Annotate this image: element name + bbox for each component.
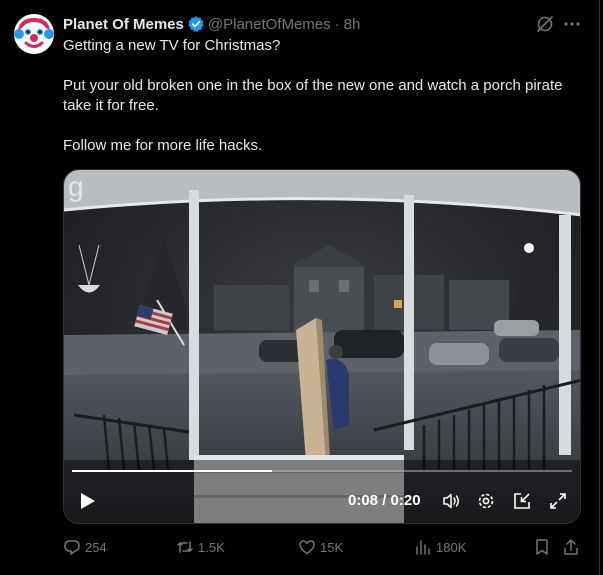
volume-icon[interactable] [441, 491, 461, 511]
minimize-icon[interactable] [512, 491, 532, 511]
like-button[interactable]: 15K [298, 535, 343, 559]
tweet-time[interactable]: 8h [344, 16, 361, 33]
repost-icon [177, 541, 193, 553]
settings-icon[interactable] [476, 491, 496, 511]
tweet-card[interactable]: Planet Of Memes @PlanetOfMemes · 8h Gett… [0, 0, 600, 575]
avatar[interactable] [14, 14, 54, 54]
grok-icon[interactable] [535, 14, 555, 34]
display-name[interactable]: Planet Of Memes [63, 16, 184, 33]
share-icon [564, 539, 578, 555]
tweet-text-line: Follow me for more life hacks. [63, 137, 263, 154]
play-icon[interactable] [76, 490, 98, 512]
verified-badge-icon [187, 15, 205, 33]
bookmark-button[interactable] [533, 535, 555, 559]
video-watermark: g [68, 171, 84, 202]
user-handle[interactable]: @PlanetOfMemes [208, 16, 331, 33]
like-count: 15K [320, 539, 344, 555]
tweet-text-line: Getting a new TV for Christmas? [63, 37, 281, 54]
tweet-text: Getting a new TV for Christmas? Put your… [63, 36, 583, 156]
bookmark-icon [536, 539, 548, 555]
video-time-readout: 0:08 / 0:20 [348, 492, 421, 509]
more-icon[interactable] [562, 14, 582, 34]
video-player[interactable]: g 0:08 / 0:20 [63, 169, 581, 524]
share-button[interactable] [562, 535, 584, 559]
like-icon [299, 540, 315, 555]
reply-icon [64, 540, 80, 555]
repost-count: 1.5K [198, 539, 225, 555]
video-progress-bar[interactable] [72, 470, 572, 472]
reply-count: 254 [85, 539, 107, 555]
tweet-header: Planet Of Memes @PlanetOfMemes · 8h [63, 14, 360, 34]
tweet-text-line: Put your old broken one in the box of th… [63, 77, 563, 114]
video-progress-fill [72, 470, 272, 472]
tweet-action-bar: 254 1.5K 15K 180K [0, 535, 600, 559]
views-count: 180K [436, 539, 467, 555]
clown-avatar-icon [14, 14, 54, 54]
timeline-column: Planet Of Memes @PlanetOfMemes · 8h Gett… [0, 0, 600, 575]
reply-button[interactable]: 254 [63, 535, 107, 559]
header-separator: · [334, 15, 340, 33]
views-icon [416, 540, 430, 555]
repost-button[interactable]: 1.5K [176, 535, 225, 559]
views-button[interactable]: 180K [414, 535, 466, 559]
fullscreen-icon[interactable] [548, 491, 568, 511]
